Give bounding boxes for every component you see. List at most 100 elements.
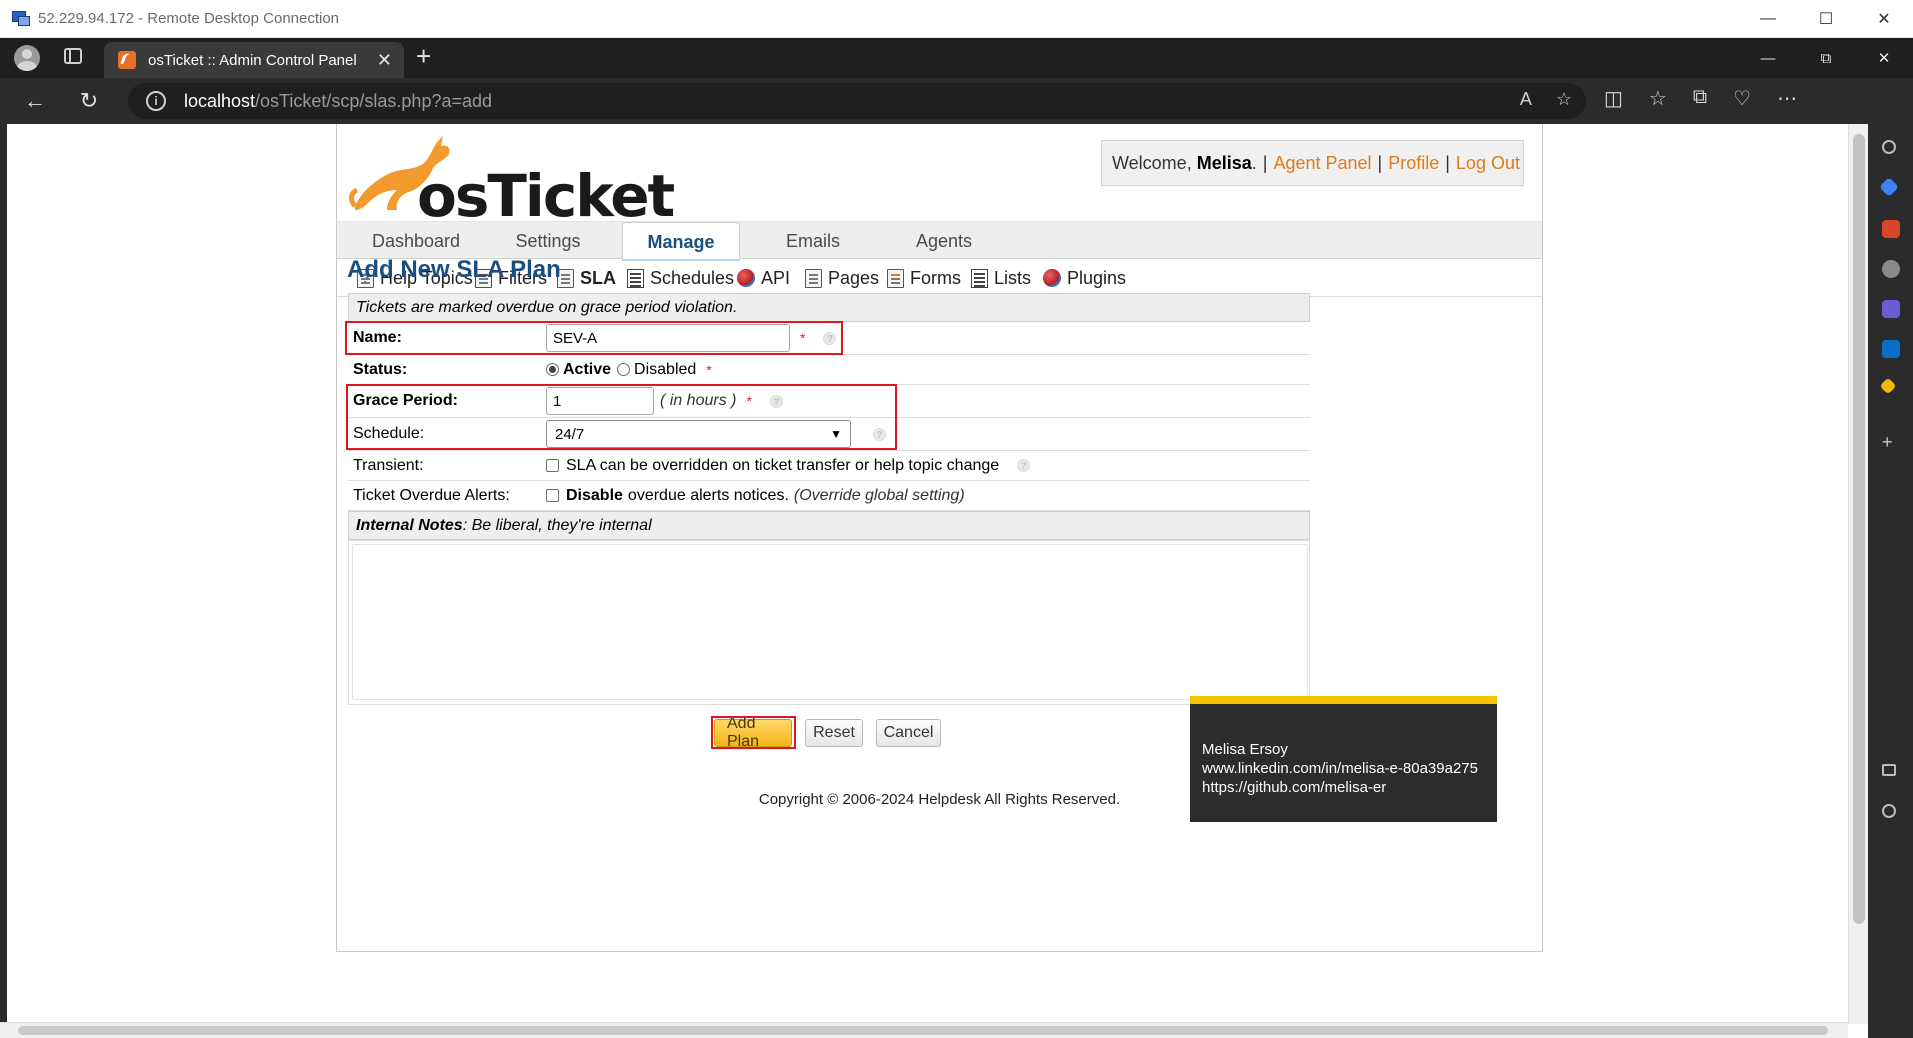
browser-essentials-icon[interactable]: ♡: [1733, 86, 1751, 111]
profile-avatar-icon[interactable]: [14, 45, 40, 71]
overdue-alerts-checkbox[interactable]: [546, 489, 559, 502]
logout-link[interactable]: Log Out: [1456, 153, 1520, 174]
status-active-radio[interactable]: [546, 363, 559, 376]
rdp-title-bar: 52.229.94.172 - Remote Desktop Connectio…: [0, 0, 1913, 38]
tab-settings[interactable]: Settings: [489, 222, 607, 260]
tab-agents[interactable]: Agents: [885, 222, 1003, 260]
reset-button[interactable]: Reset: [805, 719, 863, 747]
welcome-separator: |: [1445, 152, 1450, 173]
read-aloud-icon[interactable]: A: [1520, 89, 1532, 110]
vertical-scrollbar[interactable]: [1848, 124, 1868, 1024]
tab-title: osTicket :: Admin Control Panel: [148, 51, 357, 69]
sidebar-layout-icon[interactable]: [1882, 764, 1896, 776]
subtab-sla[interactable]: SLA: [557, 259, 616, 297]
back-button[interactable]: ←: [20, 86, 50, 116]
subtab-schedules[interactable]: Schedules: [627, 259, 734, 297]
welcome-period: .: [1251, 152, 1257, 173]
subtab-label: API: [761, 267, 791, 288]
browser-close-button[interactable]: ✕: [1855, 38, 1913, 78]
reload-button[interactable]: ↻: [74, 86, 104, 116]
schedule-select[interactable]: 24/7 ▼: [546, 420, 851, 448]
rdp-minimize-button[interactable]: —: [1739, 0, 1797, 38]
subtab-pages[interactable]: Pages: [805, 259, 879, 297]
schedule-help-icon[interactable]: [873, 427, 886, 441]
name-help-icon[interactable]: [823, 331, 837, 345]
profile-link[interactable]: Profile: [1388, 153, 1439, 174]
page-viewport: osTicket Welcome, Melisa. | Agent Panel …: [7, 124, 1848, 1022]
welcome-user-name: Melisa: [1196, 152, 1252, 173]
rdp-maximize-button[interactable]: ☐: [1797, 0, 1855, 38]
overdue-alerts-text: overdue alerts notices.: [627, 486, 789, 504]
browser-restore-button[interactable]: ⧉: [1797, 38, 1855, 78]
drop-icon[interactable]: [1879, 377, 1897, 395]
subtab-forms[interactable]: Forms: [887, 259, 961, 297]
tab-manage[interactable]: Manage: [622, 222, 740, 261]
horizontal-scrollbar[interactable]: [0, 1022, 1848, 1038]
form-header-note-text: Tickets are marked overdue on grace peri…: [356, 298, 738, 316]
name-input[interactable]: [546, 324, 790, 352]
internal-notes-textarea[interactable]: [352, 544, 1308, 700]
welcome-prefix: Welcome,: [1112, 152, 1192, 173]
copilot-icon[interactable]: [1879, 177, 1899, 197]
search-icon[interactable]: [1882, 140, 1896, 154]
internal-notes-title: Internal Notes: [356, 516, 463, 534]
new-tab-button[interactable]: +: [416, 41, 431, 72]
browser-minimize-button[interactable]: —: [1739, 38, 1797, 78]
internal-notes-header: Internal Notes: Be liberal, they're inte…: [348, 511, 1310, 540]
welcome-separator: |: [1377, 152, 1383, 173]
url-text: localhost/osTicket/scp/slas.php?a=add: [184, 91, 492, 112]
add-plan-button[interactable]: Add Plan: [714, 715, 792, 750]
rdp-close-button[interactable]: ✕: [1855, 0, 1913, 38]
watermark-linkedin: www.linkedin.com/in/melisa-e-80a39a275: [1202, 760, 1478, 777]
games-icon[interactable]: [1882, 300, 1900, 318]
subtab-label: Pages: [828, 267, 880, 288]
welcome-separator: |: [1262, 152, 1268, 173]
main-nav-tabs: Dashboard Settings Manage Emails Agents: [337, 221, 1542, 261]
subtab-api[interactable]: API: [737, 259, 790, 297]
status-active-label: Active: [563, 360, 612, 378]
split-screen-icon[interactable]: ◫: [1604, 86, 1623, 111]
overdue-override-note: (Override global setting): [793, 486, 965, 504]
status-disabled-radio[interactable]: [617, 363, 631, 376]
browser-tab[interactable]: osTicket :: Admin Control Panel ✕: [104, 42, 404, 78]
tab-dashboard[interactable]: Dashboard: [357, 222, 475, 260]
browser-tab-strip: osTicket :: Admin Control Panel ✕ +: [0, 38, 1913, 78]
transient-checkbox[interactable]: [546, 459, 559, 472]
grace-period-input[interactable]: [546, 387, 654, 415]
subtab-label: Schedules: [650, 267, 735, 288]
more-menu-icon[interactable]: ⋯: [1777, 86, 1797, 111]
required-marker: *: [746, 393, 752, 409]
osticket-favicon-icon: [118, 51, 136, 69]
favorite-star-icon[interactable]: ☆: [1556, 89, 1572, 110]
address-bar[interactable]: i localhost/osTicket/scp/slas.php?a=add …: [128, 83, 1586, 119]
rdp-title: 52.229.94.172 - Remote Desktop Connectio…: [38, 10, 340, 27]
subtab-lists[interactable]: Lists: [971, 259, 1031, 297]
pages-icon: [805, 268, 822, 288]
favorites-icon[interactable]: ☆: [1649, 86, 1667, 111]
tab-actions-icon[interactable]: [64, 48, 82, 64]
cancel-button[interactable]: Cancel: [876, 719, 941, 747]
tab-emails[interactable]: Emails: [754, 222, 872, 260]
subtab-plugins[interactable]: Plugins: [1043, 259, 1126, 297]
status-disabled-label: Disabled: [634, 360, 697, 378]
transient-row: Transient: SLA can be overridden on tick…: [348, 451, 1310, 481]
add-sidebar-app-icon[interactable]: +: [1882, 432, 1893, 453]
shopping-icon[interactable]: [1882, 220, 1900, 238]
required-marker: *: [706, 361, 712, 378]
osticket-logo[interactable]: osTicket: [347, 132, 675, 230]
tab-close-icon[interactable]: ✕: [377, 50, 392, 71]
outlook-icon[interactable]: [1882, 340, 1900, 358]
horizontal-scroll-thumb[interactable]: [18, 1026, 1828, 1035]
grace-period-help-icon[interactable]: [769, 394, 783, 408]
subtab-label: Plugins: [1067, 267, 1127, 288]
transient-label: Transient:: [353, 456, 424, 474]
transient-help-icon[interactable]: [1017, 459, 1031, 472]
site-info-icon[interactable]: i: [146, 91, 166, 111]
vertical-scroll-thumb[interactable]: [1853, 134, 1865, 924]
transient-text: SLA can be overridden on ticket transfer…: [566, 456, 1000, 474]
name-label: Name:: [353, 329, 402, 346]
collections-icon[interactable]: ⧉: [1693, 86, 1707, 111]
sidebar-settings-icon[interactable]: [1882, 804, 1896, 818]
agent-panel-link[interactable]: Agent Panel: [1273, 153, 1371, 174]
tools-icon[interactable]: [1882, 260, 1900, 278]
